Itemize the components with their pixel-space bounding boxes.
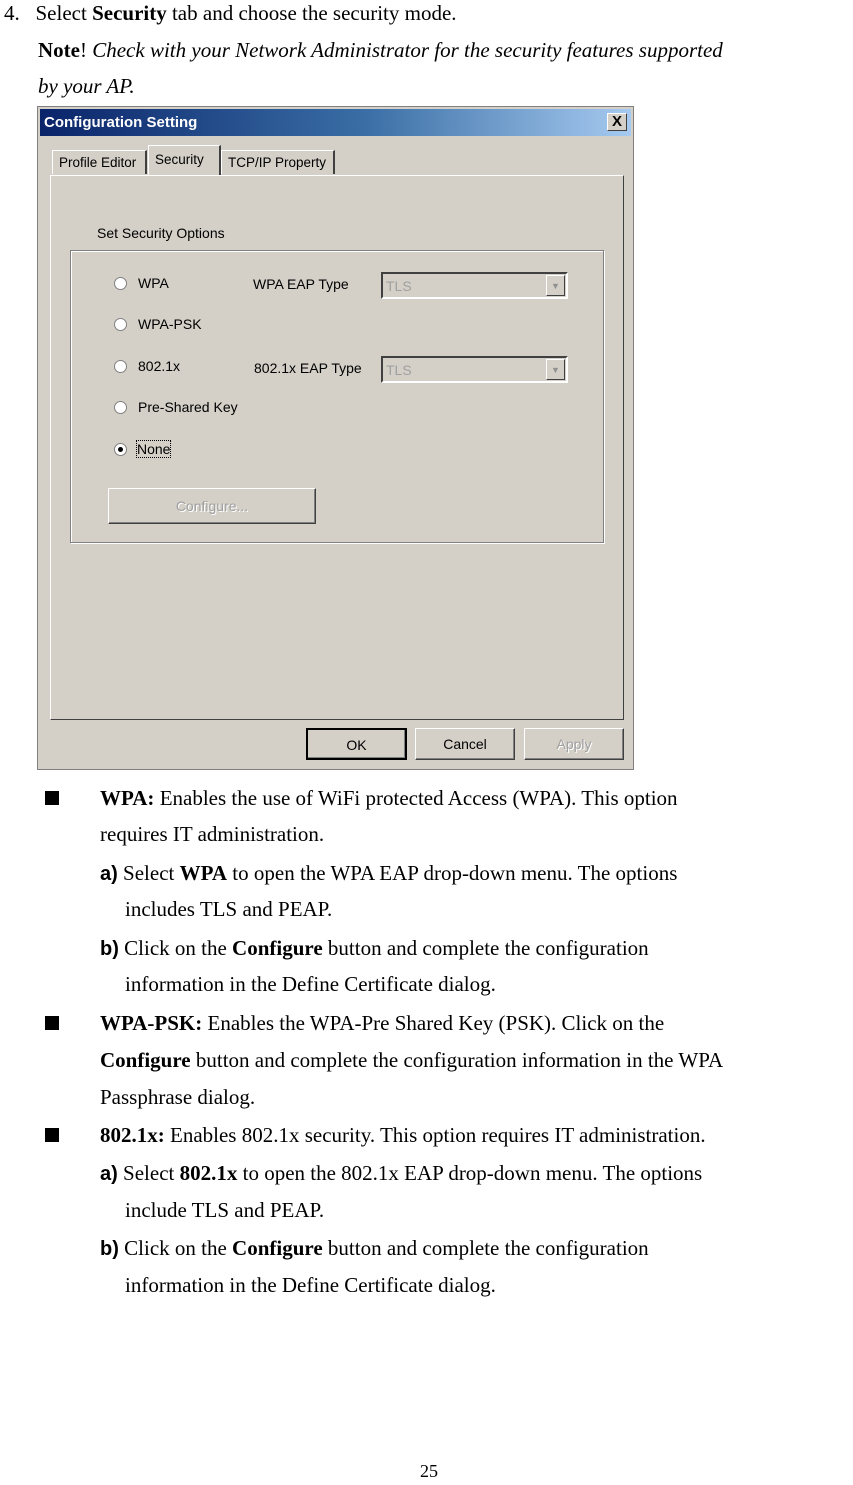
radio-label-8021x[interactable]: 802.1x xyxy=(138,358,180,374)
tab-label: Security xyxy=(155,152,204,167)
note-text-1: Check with your Network Administrator fo… xyxy=(92,38,723,62)
step-a-marker: a) xyxy=(100,863,118,885)
dialog-title: Configuration Setting xyxy=(44,114,198,131)
step-a-marker: a) xyxy=(100,1163,118,1185)
step-text-after: tab and choose the security mode. xyxy=(166,1,457,25)
8021x-eap-type-value: TLS xyxy=(386,362,412,378)
wpapsk-desc-line-3: Passphrase dialog. xyxy=(100,1085,256,1109)
step-b-marker: b) xyxy=(100,938,119,960)
wpa-eap-type-label: WPA EAP Type xyxy=(253,276,349,292)
text: Enables the WPA-Pre Shared Key (PSK). Cl… xyxy=(202,1011,665,1035)
note-text-2: by your AP. xyxy=(38,74,135,98)
radio-8021x[interactable] xyxy=(114,360,127,373)
note-label: Note xyxy=(38,38,80,62)
radio-pre-shared-key[interactable] xyxy=(114,401,127,414)
text: to open the WPA EAP drop-down menu. The … xyxy=(227,861,678,885)
8021x-eap-type-select[interactable]: TLS ▼ xyxy=(381,356,568,383)
bullet-square-icon xyxy=(45,1016,59,1030)
text: button and complete the configuration in… xyxy=(190,1048,724,1072)
step-4-line: 4. Select Security tab and choose the se… xyxy=(4,1,457,25)
configuration-dialog: Configuration Setting X Profile Editor S… xyxy=(37,106,634,770)
cancel-button[interactable]: Cancel xyxy=(415,728,515,760)
radio-label-wpa-psk[interactable]: WPA-PSK xyxy=(138,316,202,332)
wpa-desc-line-1: WPA: Enables the use of WiFi protected A… xyxy=(100,786,678,810)
text: Select xyxy=(117,861,180,885)
bullet-square-icon xyxy=(45,1128,59,1142)
8021x-step-a: a) Select 802.1x to open the 802.1x EAP … xyxy=(100,1161,702,1186)
text: Click on the xyxy=(118,936,233,960)
tab-label: Profile Editor xyxy=(59,155,137,170)
apply-button[interactable]: Apply xyxy=(524,728,624,760)
step-text: Select xyxy=(35,1,93,25)
close-icon: X xyxy=(611,113,622,130)
radio-label-none[interactable]: None xyxy=(135,440,172,458)
note-line-2: by your AP. xyxy=(38,74,135,98)
wpa-step-a-line-2: includes TLS and PEAP. xyxy=(125,897,333,921)
wpapsk-desc-line-2: Configure button and complete the config… xyxy=(100,1048,723,1072)
radio-none[interactable] xyxy=(114,443,127,456)
bold-text: Configure xyxy=(232,936,323,960)
wpa-step-b-line-2: information in the Define Certificate di… xyxy=(125,972,496,996)
radio-label-wpa[interactable]: WPA xyxy=(138,275,169,291)
chevron-down-icon[interactable]: ▼ xyxy=(546,359,565,380)
tab-tcpip-property[interactable]: TCP/IP Property xyxy=(221,150,335,174)
note-excl: ! xyxy=(79,38,87,62)
close-button[interactable]: X xyxy=(607,113,627,131)
note-line-1: Note! Check with your Network Administra… xyxy=(38,38,723,62)
page-number: 25 xyxy=(420,1461,438,1481)
8021x-step-a-line-2: include TLS and PEAP. xyxy=(125,1198,325,1222)
bullet-square-icon xyxy=(45,791,59,805)
text: button and complete the configuration xyxy=(322,936,649,960)
step-b-marker: b) xyxy=(100,1238,119,1260)
wpa-eap-type-select[interactable]: TLS ▼ xyxy=(381,272,568,299)
bold-text: WPA xyxy=(179,861,228,885)
chevron-down-icon[interactable]: ▼ xyxy=(546,275,565,296)
step-number: 4. xyxy=(4,1,20,25)
8021x-term: 802.1x: xyxy=(100,1123,165,1147)
tab-security[interactable]: Security xyxy=(148,145,221,175)
dialog-titlebar[interactable]: Configuration Setting X xyxy=(40,109,631,136)
wpa-desc-line-2: requires IT administration. xyxy=(100,822,325,846)
8021x-step-b: b) Click on the Configure button and com… xyxy=(100,1236,649,1261)
wpa-term: WPA: xyxy=(100,786,155,810)
tab-label: TCP/IP Property xyxy=(228,155,327,170)
wpa-step-b: b) Click on the Configure button and com… xyxy=(100,936,649,961)
bold-text: Configure xyxy=(100,1048,191,1072)
text: Select xyxy=(117,1161,180,1185)
text: to open the 802.1x EAP drop-down menu. T… xyxy=(237,1161,703,1185)
tab-profile-editor[interactable]: Profile Editor xyxy=(52,150,147,174)
wpapsk-term: WPA-PSK: xyxy=(100,1011,203,1035)
8021x-eap-type-label: 802.1x EAP Type xyxy=(254,360,362,376)
radio-wpa-psk[interactable] xyxy=(114,318,127,331)
radio-label-pre-shared-key[interactable]: Pre-Shared Key xyxy=(138,399,238,415)
wpapsk-desc-line-1: WPA-PSK: Enables the WPA-Pre Shared Key … xyxy=(100,1011,664,1035)
bold-text: 802.1x xyxy=(179,1161,238,1185)
8021x-desc-line-1: 802.1x: Enables 802.1x security. This op… xyxy=(100,1123,706,1147)
radio-wpa[interactable] xyxy=(114,277,127,290)
text: Enables 802.1x security. This option req… xyxy=(164,1123,706,1147)
bold-text: Configure xyxy=(232,1236,323,1260)
ok-button[interactable]: OK xyxy=(306,728,407,760)
text: button and complete the configuration xyxy=(322,1236,649,1260)
text: Click on the xyxy=(118,1236,233,1260)
wpa-step-a: a) Select WPA to open the WPA EAP drop-d… xyxy=(100,861,677,886)
wpa-text: Enables the use of WiFi protected Access… xyxy=(154,786,678,810)
group-label: Set Security Options xyxy=(97,225,225,241)
8021x-step-b-line-2: information in the Define Certificate di… xyxy=(125,1273,496,1297)
configure-button[interactable]: Configure... xyxy=(108,488,316,524)
wpa-eap-type-value: TLS xyxy=(386,278,412,294)
step-bold: Security xyxy=(92,1,167,25)
